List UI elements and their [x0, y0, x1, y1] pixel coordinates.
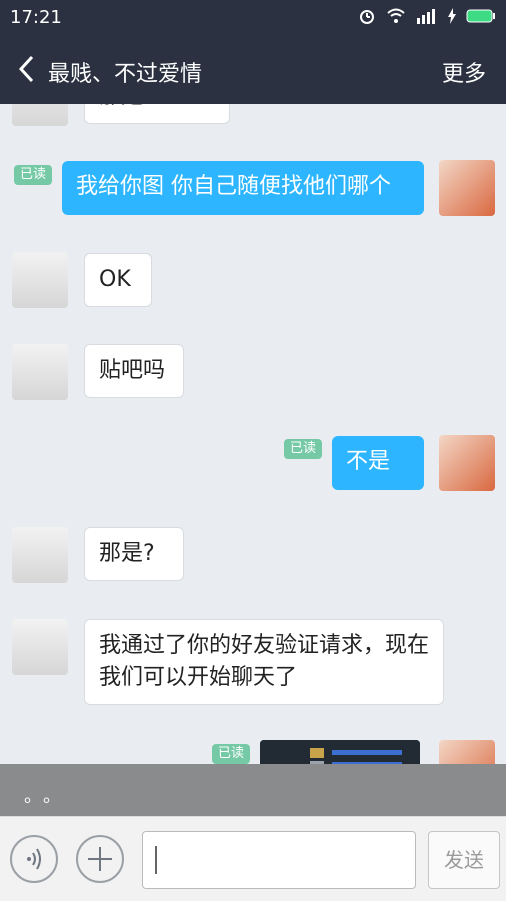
message-bubble-sent[interactable]: 不是: [332, 436, 424, 490]
input-bar: 发送: [0, 816, 506, 901]
plus-icon: [88, 847, 112, 871]
add-button[interactable]: [76, 835, 124, 883]
contact-avatar[interactable]: [12, 252, 68, 308]
read-badge: 已读: [212, 744, 250, 764]
overlay-dots: 。。: [24, 786, 71, 807]
typing-overlay: 。。: [0, 764, 506, 816]
message-bubble-received[interactable]: 那是?: [84, 527, 184, 581]
my-avatar[interactable]: [439, 160, 495, 216]
image-message-thumbnail[interactable]: [260, 740, 420, 764]
message-bubble-received[interactable]: 我通过了你的好友验证请求，现在我们可以开始聊天了: [84, 619, 444, 705]
my-avatar[interactable]: [439, 740, 495, 764]
status-time: 17:21: [10, 7, 62, 28]
chat-title: 最贱、不过爱情: [48, 62, 203, 87]
status-bar: 17:21: [0, 0, 506, 36]
message-bubble-received[interactable]: 那是: [84, 104, 230, 124]
message-bubble-sent[interactable]: 我给你图 你自己随便找他们哪个: [62, 161, 424, 215]
signal-icon: [416, 8, 438, 28]
read-badge: 已读: [14, 165, 52, 185]
voice-icon: [27, 848, 41, 870]
more-button[interactable]: 更多: [442, 56, 486, 88]
charging-icon: [448, 8, 456, 28]
chat-header: 最贱、不过爱情 更多: [0, 36, 506, 104]
contact-avatar[interactable]: [12, 527, 68, 583]
read-badge: 已读: [284, 439, 322, 459]
my-avatar[interactable]: [439, 435, 495, 491]
contact-avatar[interactable]: [12, 104, 68, 126]
send-button[interactable]: 发送: [428, 831, 500, 889]
message-bubble-received[interactable]: OK: [84, 253, 152, 307]
wifi-icon: [386, 7, 406, 29]
message-input[interactable]: [142, 831, 416, 889]
status-icons: [358, 7, 496, 29]
message-list[interactable]: 那是 已读 我给你图 你自己随便找他们哪个 OK 贴吧吗 已读 不是 那是? 我…: [0, 104, 506, 764]
voice-button[interactable]: [10, 835, 58, 883]
back-arrow-icon[interactable]: [14, 54, 44, 84]
battery-icon: [466, 8, 496, 28]
contact-avatar[interactable]: [12, 344, 68, 400]
contact-avatar[interactable]: [12, 619, 68, 675]
text-caret: [155, 846, 157, 874]
message-bubble-received[interactable]: 贴吧吗: [84, 344, 184, 398]
alarm-icon: [358, 7, 376, 29]
